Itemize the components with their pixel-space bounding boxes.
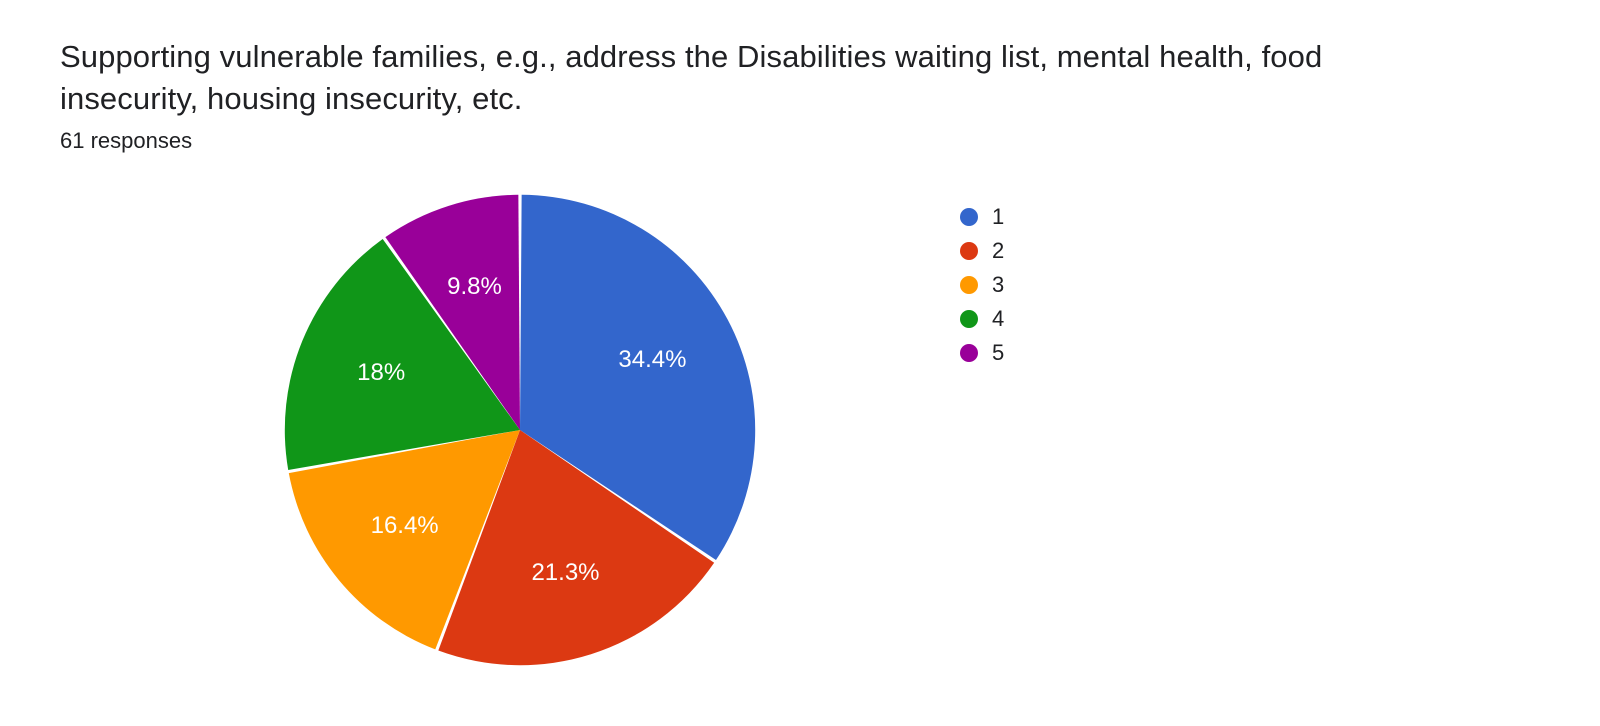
response-count: 61 responses: [60, 128, 192, 154]
legend-item-5[interactable]: 5: [960, 336, 1004, 370]
pie-svg: [280, 190, 760, 670]
legend-label: 4: [992, 306, 1004, 332]
chart-container: Supporting vulnerable families, e.g., ad…: [0, 0, 1600, 726]
legend-item-4[interactable]: 4: [960, 302, 1004, 336]
legend-item-1[interactable]: 1: [960, 200, 1004, 234]
pie-chart: 34.4%21.3%16.4%18%9.8%: [280, 190, 760, 670]
chart-title: Supporting vulnerable families, e.g., ad…: [60, 36, 1440, 120]
legend-item-3[interactable]: 3: [960, 268, 1004, 302]
legend-label: 5: [992, 340, 1004, 366]
legend-swatch-icon: [960, 242, 978, 260]
legend-swatch-icon: [960, 310, 978, 328]
legend-swatch-icon: [960, 276, 978, 294]
legend-label: 3: [992, 272, 1004, 298]
legend-label: 1: [992, 204, 1004, 230]
legend-swatch-icon: [960, 208, 978, 226]
legend-swatch-icon: [960, 344, 978, 362]
legend: 1 2 3 4 5: [960, 200, 1004, 370]
legend-label: 2: [992, 238, 1004, 264]
legend-item-2[interactable]: 2: [960, 234, 1004, 268]
